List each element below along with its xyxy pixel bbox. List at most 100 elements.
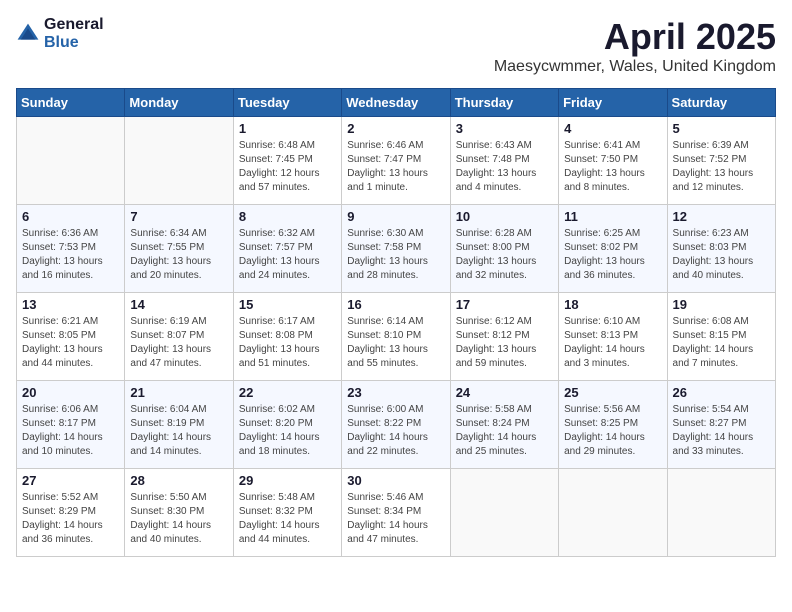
calendar-cell: 13 Sunrise: 6:21 AM Sunset: 8:05 PM Dayli… bbox=[17, 293, 125, 381]
day-number: 14 bbox=[130, 297, 227, 312]
day-number: 11 bbox=[564, 209, 661, 224]
weekday-header: Friday bbox=[559, 89, 667, 117]
calendar-cell: 6 Sunrise: 6:36 AM Sunset: 7:53 PM Daylig… bbox=[17, 205, 125, 293]
page-header: General Blue April 2025 Maesycwmmer, Wal… bbox=[16, 16, 776, 76]
day-info: Sunrise: 6:43 AM Sunset: 7:48 PM Dayligh… bbox=[456, 139, 553, 195]
calendar-cell: 7 Sunrise: 6:34 AM Sunset: 7:55 PM Daylig… bbox=[125, 205, 233, 293]
day-info: Sunrise: 6:36 AM Sunset: 7:53 PM Dayligh… bbox=[22, 227, 119, 283]
weekday-header: Thursday bbox=[450, 89, 558, 117]
calendar-cell bbox=[125, 117, 233, 205]
day-info: Sunrise: 6:02 AM Sunset: 8:20 PM Dayligh… bbox=[239, 403, 336, 459]
calendar-cell: 21 Sunrise: 6:04 AM Sunset: 8:19 PM Dayli… bbox=[125, 381, 233, 469]
day-number: 19 bbox=[673, 297, 770, 312]
day-number: 7 bbox=[130, 209, 227, 224]
day-number: 22 bbox=[239, 385, 336, 400]
title-section: April 2025 Maesycwmmer, Wales, United Ki… bbox=[494, 16, 776, 76]
day-number: 30 bbox=[347, 473, 444, 488]
day-number: 3 bbox=[456, 121, 553, 136]
calendar-cell: 18Sunrise: 6:10 AM Sunset: 8:13 PM Dayli… bbox=[559, 293, 667, 381]
day-info: Sunrise: 5:50 AM Sunset: 8:30 PM Dayligh… bbox=[130, 491, 227, 547]
day-info: Sunrise: 6:17 AM Sunset: 8:08 PM Dayligh… bbox=[239, 315, 336, 371]
day-number: 5 bbox=[673, 121, 770, 136]
calendar: SundayMondayTuesdayWednesdayThursdayFrid… bbox=[16, 88, 776, 557]
calendar-cell: 16Sunrise: 6:14 AM Sunset: 8:10 PM Dayli… bbox=[342, 293, 450, 381]
day-info: Sunrise: 6:10 AM Sunset: 8:13 PM Dayligh… bbox=[564, 315, 661, 371]
location: Maesycwmmer, Wales, United Kingdom bbox=[494, 58, 776, 76]
calendar-cell: 29 Sunrise: 5:48 AM Sunset: 8:32 PM Dayli… bbox=[233, 469, 341, 557]
day-info: Sunrise: 6:06 AM Sunset: 8:17 PM Dayligh… bbox=[22, 403, 119, 459]
calendar-cell: 17 Sunrise: 6:12 AM Sunset: 8:12 PM Dayli… bbox=[450, 293, 558, 381]
day-number: 6 bbox=[22, 209, 119, 224]
calendar-cell: 19 Sunrise: 6:08 AM Sunset: 8:15 PM Dayli… bbox=[667, 293, 775, 381]
calendar-cell: 12 Sunrise: 6:23 AM Sunset: 8:03 PM Dayli… bbox=[667, 205, 775, 293]
day-number: 29 bbox=[239, 473, 336, 488]
calendar-cell: 28 Sunrise: 5:50 AM Sunset: 8:30 PM Dayli… bbox=[125, 469, 233, 557]
weekday-header: Wednesday bbox=[342, 89, 450, 117]
day-info: Sunrise: 6:19 AM Sunset: 8:07 PM Dayligh… bbox=[130, 315, 227, 371]
day-info: Sunrise: 5:56 AM Sunset: 8:25 PM Dayligh… bbox=[564, 403, 661, 459]
logo-blue: Blue bbox=[44, 34, 104, 52]
day-info: Sunrise: 6:41 AM Sunset: 7:50 PM Dayligh… bbox=[564, 139, 661, 195]
day-number: 1 bbox=[239, 121, 336, 136]
calendar-cell: 1 Sunrise: 6:48 AM Sunset: 7:45 PM Daylig… bbox=[233, 117, 341, 205]
calendar-cell: 22 Sunrise: 6:02 AM Sunset: 8:20 PM Dayli… bbox=[233, 381, 341, 469]
day-info: Sunrise: 6:08 AM Sunset: 8:15 PM Dayligh… bbox=[673, 315, 770, 371]
logo-general: General bbox=[44, 16, 104, 34]
calendar-cell bbox=[450, 469, 558, 557]
calendar-cell: 27 Sunrise: 5:52 AM Sunset: 8:29 PM Dayli… bbox=[17, 469, 125, 557]
weekday-header: Sunday bbox=[17, 89, 125, 117]
day-info: Sunrise: 5:52 AM Sunset: 8:29 PM Dayligh… bbox=[22, 491, 119, 547]
day-number: 20 bbox=[22, 385, 119, 400]
calendar-cell: 10Sunrise: 6:28 AM Sunset: 8:00 PM Dayli… bbox=[450, 205, 558, 293]
calendar-cell: 23Sunrise: 6:00 AM Sunset: 8:22 PM Dayli… bbox=[342, 381, 450, 469]
day-number: 24 bbox=[456, 385, 553, 400]
day-number: 2 bbox=[347, 121, 444, 136]
calendar-cell: 24 Sunrise: 5:58 AM Sunset: 8:24 PM Dayli… bbox=[450, 381, 558, 469]
day-number: 15 bbox=[239, 297, 336, 312]
calendar-cell bbox=[667, 469, 775, 557]
day-info: Sunrise: 6:14 AM Sunset: 8:10 PM Dayligh… bbox=[347, 315, 444, 371]
day-number: 10 bbox=[456, 209, 553, 224]
calendar-cell: 15 Sunrise: 6:17 AM Sunset: 8:08 PM Dayli… bbox=[233, 293, 341, 381]
calendar-cell: 8 Sunrise: 6:32 AM Sunset: 7:57 PM Daylig… bbox=[233, 205, 341, 293]
calendar-cell: 30Sunrise: 5:46 AM Sunset: 8:34 PM Dayli… bbox=[342, 469, 450, 557]
weekday-header: Tuesday bbox=[233, 89, 341, 117]
calendar-cell: 26 Sunrise: 5:54 AM Sunset: 8:27 PM Dayli… bbox=[667, 381, 775, 469]
day-info: Sunrise: 6:30 AM Sunset: 7:58 PM Dayligh… bbox=[347, 227, 444, 283]
day-info: Sunrise: 6:12 AM Sunset: 8:12 PM Dayligh… bbox=[456, 315, 553, 371]
calendar-cell: 5 Sunrise: 6:39 AM Sunset: 7:52 PM Daylig… bbox=[667, 117, 775, 205]
day-number: 27 bbox=[22, 473, 119, 488]
day-number: 28 bbox=[130, 473, 227, 488]
calendar-cell: 2 Sunrise: 6:46 AM Sunset: 7:47 PM Daylig… bbox=[342, 117, 450, 205]
day-info: Sunrise: 6:46 AM Sunset: 7:47 PM Dayligh… bbox=[347, 139, 444, 195]
weekday-header: Saturday bbox=[667, 89, 775, 117]
day-info: Sunrise: 6:34 AM Sunset: 7:55 PM Dayligh… bbox=[130, 227, 227, 283]
day-info: Sunrise: 5:54 AM Sunset: 8:27 PM Dayligh… bbox=[673, 403, 770, 459]
calendar-header: SundayMondayTuesdayWednesdayThursdayFrid… bbox=[17, 89, 776, 117]
day-info: Sunrise: 5:48 AM Sunset: 8:32 PM Dayligh… bbox=[239, 491, 336, 547]
calendar-cell: 3 Sunrise: 6:43 AM Sunset: 7:48 PM Daylig… bbox=[450, 117, 558, 205]
weekday-header: Monday bbox=[125, 89, 233, 117]
day-number: 13 bbox=[22, 297, 119, 312]
calendar-cell bbox=[17, 117, 125, 205]
day-info: Sunrise: 6:39 AM Sunset: 7:52 PM Dayligh… bbox=[673, 139, 770, 195]
day-number: 23 bbox=[347, 385, 444, 400]
day-info: Sunrise: 6:23 AM Sunset: 8:03 PM Dayligh… bbox=[673, 227, 770, 283]
month-title: April 2025 bbox=[494, 16, 776, 58]
calendar-cell: 11Sunrise: 6:25 AM Sunset: 8:02 PM Dayli… bbox=[559, 205, 667, 293]
day-info: Sunrise: 6:48 AM Sunset: 7:45 PM Dayligh… bbox=[239, 139, 336, 195]
day-number: 12 bbox=[673, 209, 770, 224]
day-number: 17 bbox=[456, 297, 553, 312]
day-info: Sunrise: 6:04 AM Sunset: 8:19 PM Dayligh… bbox=[130, 403, 227, 459]
day-number: 8 bbox=[239, 209, 336, 224]
calendar-cell bbox=[559, 469, 667, 557]
day-info: Sunrise: 6:32 AM Sunset: 7:57 PM Dayligh… bbox=[239, 227, 336, 283]
day-number: 25 bbox=[564, 385, 661, 400]
day-number: 26 bbox=[673, 385, 770, 400]
day-info: Sunrise: 6:21 AM Sunset: 8:05 PM Dayligh… bbox=[22, 315, 119, 371]
calendar-cell: 9 Sunrise: 6:30 AM Sunset: 7:58 PM Daylig… bbox=[342, 205, 450, 293]
day-number: 9 bbox=[347, 209, 444, 224]
day-number: 21 bbox=[130, 385, 227, 400]
day-info: Sunrise: 5:58 AM Sunset: 8:24 PM Dayligh… bbox=[456, 403, 553, 459]
calendar-cell: 4Sunrise: 6:41 AM Sunset: 7:50 PM Daylig… bbox=[559, 117, 667, 205]
